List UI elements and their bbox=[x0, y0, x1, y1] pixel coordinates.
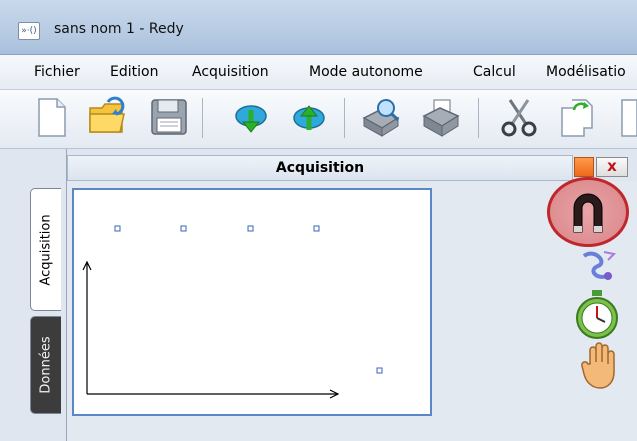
hand-tool[interactable] bbox=[580, 340, 620, 390]
new-document-button[interactable] bbox=[30, 96, 72, 138]
menu-mode-autonome[interactable]: Mode autonome bbox=[309, 64, 423, 80]
toolbar-separator bbox=[344, 98, 345, 138]
acquisition-graph[interactable] bbox=[72, 188, 432, 416]
graph-handle[interactable] bbox=[114, 225, 121, 232]
copy-icon bbox=[561, 99, 593, 137]
graph-canvas bbox=[82, 225, 383, 399]
snake-probe-tool[interactable] bbox=[578, 246, 618, 288]
menu-fichier[interactable]: Fichier bbox=[34, 64, 80, 80]
print-button[interactable] bbox=[420, 96, 462, 138]
upload-button[interactable] bbox=[288, 96, 330, 138]
scissors-icon bbox=[501, 99, 537, 137]
panel-title: Acquisition bbox=[275, 160, 365, 176]
snake-probe-icon bbox=[582, 251, 617, 280]
graph-handle[interactable] bbox=[180, 225, 187, 232]
graph-handle[interactable] bbox=[247, 225, 254, 232]
print-preview-icon bbox=[362, 99, 400, 137]
open-button[interactable] bbox=[86, 96, 128, 138]
printer-icon bbox=[422, 99, 460, 137]
graph-handle[interactable] bbox=[376, 367, 383, 374]
menu-modelisation[interactable]: Modélisatio bbox=[546, 64, 626, 80]
cloud-download-icon bbox=[235, 105, 267, 133]
cut-button[interactable] bbox=[498, 96, 540, 138]
panel-header: Acquisition bbox=[67, 155, 573, 181]
menu-acquisition[interactable]: Acquisition bbox=[192, 64, 269, 80]
tab-donnees[interactable]: Données bbox=[30, 316, 61, 414]
panel-close-button[interactable]: x bbox=[596, 157, 628, 177]
cloud-upload-icon bbox=[293, 105, 325, 130]
open-folder-icon bbox=[89, 96, 125, 133]
save-button[interactable] bbox=[148, 96, 190, 138]
paste-button[interactable] bbox=[616, 96, 637, 138]
toolbar-separator bbox=[478, 98, 479, 138]
save-floppy-icon bbox=[151, 99, 187, 135]
toolbar bbox=[0, 90, 637, 149]
toolbar-separator bbox=[202, 98, 203, 138]
paste-icon bbox=[621, 99, 637, 137]
stopwatch-icon bbox=[576, 290, 618, 339]
copy-button[interactable] bbox=[556, 96, 598, 138]
tab-donnees-label: Données bbox=[38, 336, 54, 394]
panel-option-button[interactable] bbox=[574, 157, 594, 177]
tab-acquisition-label: Acquisition bbox=[38, 213, 54, 286]
magnet-icon bbox=[573, 193, 603, 233]
tab-acquisition[interactable]: Acquisition bbox=[30, 188, 61, 311]
app-icon: »·() bbox=[18, 22, 40, 40]
menu-bar: Fichier Edition Acquisition Mode autonom… bbox=[0, 55, 637, 90]
new-document-icon bbox=[38, 98, 66, 137]
menu-edition[interactable]: Edition bbox=[110, 64, 158, 80]
hand-icon bbox=[581, 342, 615, 389]
stopwatch-tool[interactable] bbox=[572, 288, 622, 340]
menu-calcul[interactable]: Calcul bbox=[473, 64, 516, 80]
window-title: sans nom 1 - Redy bbox=[54, 21, 184, 37]
print-preview-button[interactable] bbox=[360, 96, 402, 138]
download-button[interactable] bbox=[230, 96, 272, 138]
graph-handle[interactable] bbox=[313, 225, 320, 232]
title-bar: »·() sans nom 1 - Redy bbox=[0, 0, 637, 55]
magnet-tool-highlight[interactable] bbox=[547, 177, 629, 247]
